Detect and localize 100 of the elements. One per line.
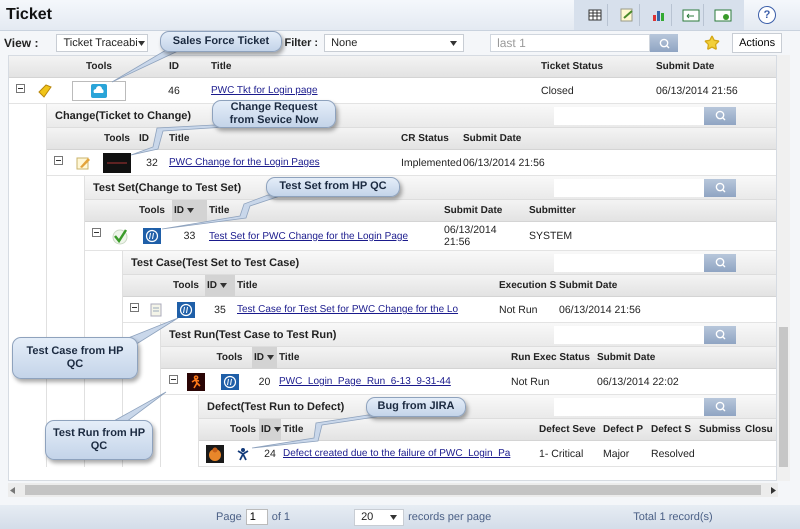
callout: Test Case from HP QC [12, 337, 138, 379]
search-icon [658, 38, 670, 48]
column-header[interactable]: Submit Date [595, 347, 776, 368]
expand-toggle[interactable] [54, 156, 62, 165]
expand-toggle[interactable] [130, 303, 138, 312]
callout: Change Request from Sevice Now [212, 100, 336, 128]
caret-icon [390, 514, 398, 520]
logo-icon [220, 374, 238, 390]
column-header[interactable]: ID [259, 419, 281, 440]
search-button[interactable] [650, 34, 678, 52]
table-cell: 06/13/2014 21:56 [656, 84, 738, 96]
column-header[interactable]: Tools [207, 347, 252, 368]
callout: Sales Force Ticket [160, 31, 282, 52]
search-field[interactable] [554, 254, 704, 272]
column-header[interactable]: Title [207, 200, 442, 221]
table-cell: 35 [214, 304, 226, 316]
search-field[interactable] [554, 106, 704, 124]
scroll-right-icon[interactable] [771, 486, 776, 494]
column-header[interactable]: Submitter [527, 200, 776, 221]
table-cell: Not Run [511, 376, 550, 388]
column-header[interactable]: ID [205, 275, 235, 296]
column-header[interactable]: ID [252, 347, 277, 368]
column-header[interactable]: Defect S [649, 419, 697, 440]
checkmark-icon [110, 227, 128, 245]
title-link[interactable]: PWC Tkt for Login page [211, 85, 318, 96]
search-field[interactable]: last 1 [490, 34, 650, 52]
help-button[interactable]: ? [758, 6, 776, 24]
vertical-scrollbar[interactable] [777, 55, 790, 481]
search-icon [714, 257, 726, 268]
logo-icon [177, 302, 195, 318]
filter-label: Filter : [284, 37, 318, 49]
column-header[interactable]: Tools [97, 128, 137, 149]
column-header[interactable]: Defect P [601, 419, 649, 440]
search-button[interactable] [704, 326, 736, 344]
title-link[interactable]: PWC_Login_Page_Run_6-13_9-31-44 [279, 376, 451, 387]
column-header[interactable]: ID [139, 56, 209, 77]
search-field[interactable] [554, 326, 704, 344]
table-cell: 32 [146, 156, 158, 168]
records-per-page-label: records per page [408, 511, 492, 523]
search-button[interactable] [704, 254, 736, 272]
sort-caret-icon [274, 427, 281, 432]
search-field[interactable] [554, 398, 704, 416]
column-header[interactable]: Closu [743, 419, 776, 440]
search-icon [714, 110, 726, 121]
column-header[interactable]: Submit Date [442, 200, 527, 221]
edit-icon [618, 7, 634, 23]
expand-toggle[interactable] [168, 375, 178, 384]
column-header[interactable]: Run Exec Status [509, 347, 595, 368]
filter-dropdown[interactable]: None [324, 34, 464, 52]
pencil-note-icon [75, 154, 91, 170]
view-dropdown[interactable]: Ticket Traceabi [56, 34, 148, 52]
column-header[interactable]: Submiss [697, 419, 743, 440]
sort-caret-icon [187, 208, 194, 213]
column-header[interactable]: Tools [167, 275, 205, 296]
title-link[interactable]: Test Set for PWC Change for the Login Page [209, 230, 408, 242]
table-cell: 20 [258, 376, 270, 388]
callout: Test Run from HP QC [45, 420, 153, 460]
column-header[interactable]: Submit Date [557, 275, 776, 296]
title-link[interactable]: Defect created due to the failure of PWC_Login_Pa [283, 448, 510, 459]
expand-toggle[interactable] [92, 228, 100, 237]
table-cell-text: 06/13/2014 21:56 [444, 224, 498, 248]
column-header[interactable]: ID [172, 200, 207, 221]
section-title: Test Run(Test Case to Test Run) [169, 328, 336, 340]
page-number-field[interactable]: 1 [246, 509, 268, 525]
column-header[interactable]: Submit Date [461, 128, 776, 149]
column-header[interactable]: Execution S [497, 275, 557, 296]
table-cell: 24 [264, 448, 276, 460]
actions-button[interactable]: Actions [732, 33, 782, 53]
search-field[interactable] [554, 178, 704, 196]
caret-icon [138, 40, 145, 46]
table-cell: SYSTEM [529, 230, 572, 242]
scroll-left-icon[interactable] [10, 486, 15, 494]
column-header[interactable]: Title [277, 347, 509, 368]
title-link[interactable]: PWC Change for the Login Pages [169, 157, 320, 168]
column-header[interactable]: Ticket Status [539, 56, 654, 77]
column-header[interactable]: Title [235, 275, 497, 296]
star-icon[interactable] [704, 35, 720, 51]
dark-logo-icon [103, 152, 131, 172]
table-cell: Major [603, 448, 630, 460]
expand-toggle[interactable] [16, 84, 24, 93]
horizontal-scrollbar[interactable] [8, 483, 778, 497]
bug-icon [206, 444, 224, 462]
column-header[interactable]: Tools [227, 419, 259, 440]
search-button[interactable] [704, 178, 736, 196]
column-header[interactable]: Tools [132, 200, 172, 221]
column-header[interactable]: CR Status [399, 128, 461, 149]
column-header[interactable]: Title [209, 56, 539, 77]
title-link[interactable]: Test Case for Test Set for PWC Change for the Lo [237, 304, 458, 315]
section-title: Defect(Test Run to Defect) [207, 400, 344, 412]
column-header[interactable]: Title [167, 128, 399, 149]
column-header[interactable]: Submit Date [654, 56, 776, 77]
page-size-dropdown[interactable]: 20 [354, 508, 404, 526]
sort-caret-icon [220, 283, 227, 288]
column-header[interactable]: Title [281, 419, 537, 440]
figure-icon [235, 446, 251, 462]
column-header[interactable]: Defect Seve [537, 419, 601, 440]
column-header[interactable]: Tools [59, 56, 139, 77]
search-button[interactable] [704, 398, 736, 416]
search-button[interactable] [704, 106, 736, 124]
column-header[interactable]: ID [137, 128, 167, 149]
